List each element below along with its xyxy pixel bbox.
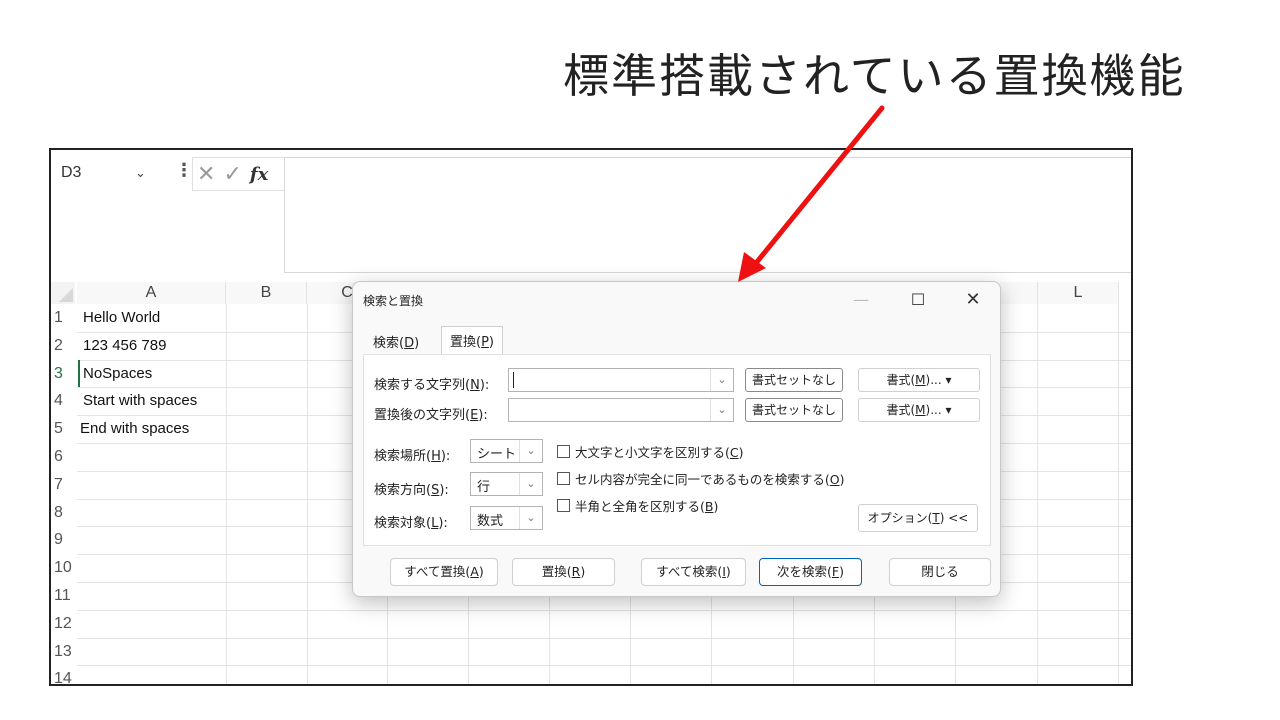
select-all-corner[interactable] (51, 282, 75, 304)
cancel-icon[interactable]: ✕ (197, 162, 215, 187)
column-gridline (226, 304, 227, 684)
chevron-down-icon[interactable]: ⌄ (710, 369, 733, 391)
within-label: 検索場所(H): (374, 449, 451, 464)
row-header[interactable]: 10 (51, 554, 78, 581)
tab-find[interactable]: 検索(D) (365, 328, 427, 355)
look-in-label: 検索対象(L): (374, 516, 448, 531)
replace-button[interactable]: 置換(R) (512, 558, 615, 586)
dialog-title: 検索と置換 (363, 294, 424, 308)
row-header[interactable]: 4 (51, 387, 78, 414)
cell-a3[interactable]: NoSpaces (83, 365, 152, 382)
find-all-button[interactable]: すべて検索(I) (641, 558, 746, 586)
find-format-button[interactable]: 書式(M)... ▾ (858, 368, 980, 392)
replace-with-input[interactable]: ⌄ (508, 398, 734, 422)
column-gridline (1118, 304, 1119, 684)
replace-all-button[interactable]: すべて置換(A) (390, 558, 498, 586)
row-header[interactable]: 9 (51, 526, 78, 553)
row-header[interactable]: 12 (51, 610, 78, 637)
cell-a2[interactable]: 123 456 789 (83, 337, 166, 354)
look-in-select[interactable]: 数式 ⌄ (470, 506, 543, 530)
formula-buttons: ✕ ✓ fx (192, 157, 288, 191)
row-header[interactable]: 7 (51, 471, 78, 498)
search-order-select[interactable]: 行 ⌄ (470, 472, 543, 496)
search-order-label: 検索方向(S): (374, 483, 449, 498)
minimize-icon: — (853, 290, 869, 309)
cell-a1[interactable]: Hello World (83, 309, 160, 326)
find-replace-dialog: 検索と置換 — ☐ ✕ 検索(D) 置換(P) 検索する文字列(N): ⌄ 書式… (352, 281, 1001, 597)
row-header[interactable]: 1 (51, 304, 78, 331)
column-gridline (1037, 304, 1038, 684)
row-header[interactable]: 2 (51, 332, 78, 359)
slide-title: 標準搭載されている置換機能 (563, 49, 1186, 103)
more-icon[interactable]: ⋮ (175, 160, 193, 181)
row-header[interactable]: 11 (51, 582, 78, 609)
cell-a5[interactable]: End with spaces (80, 420, 189, 437)
insert-function-icon[interactable]: fx (250, 164, 268, 185)
replace-no-format-button[interactable]: 書式セットなし (745, 398, 843, 422)
row-header[interactable]: 13 (51, 638, 78, 665)
row-header[interactable]: 6 (51, 443, 78, 470)
row-gridline (77, 637, 1131, 639)
find-what-input[interactable]: ⌄ (508, 368, 734, 392)
row-gridline (77, 665, 1131, 667)
match-case-checkbox[interactable]: 大文字と小文字を区別する(C) (557, 442, 744, 461)
text-caret (513, 372, 514, 388)
formula-bar[interactable] (284, 157, 1131, 273)
column-gridline (307, 304, 308, 684)
maximize-icon[interactable]: ☐ (898, 288, 938, 312)
column-header-l[interactable]: L (1038, 282, 1119, 304)
row-header[interactable]: 5 (51, 415, 78, 442)
find-what-label: 検索する文字列(N): (374, 378, 490, 393)
match-byte-checkbox[interactable]: 半角と全角を区別する(B) (557, 496, 718, 515)
column-header-b[interactable]: B (226, 282, 307, 304)
close-icon[interactable]: ✕ (953, 288, 993, 312)
chevron-down-icon[interactable]: ⌄ (710, 399, 733, 421)
chevron-down-icon[interactable]: ⌄ (519, 507, 542, 529)
name-box-value: D3 (61, 164, 82, 181)
row-header[interactable]: 8 (51, 499, 78, 526)
close-button[interactable]: 閉じる (889, 558, 991, 586)
find-no-format-button[interactable]: 書式セットなし (745, 368, 843, 392)
chevron-down-icon[interactable]: ⌄ (519, 473, 542, 495)
within-select[interactable]: シート ⌄ (470, 439, 543, 463)
replace-with-label: 置換後の文字列(E): (374, 408, 488, 423)
options-button[interactable]: オプション(T) << (858, 504, 978, 532)
enter-icon[interactable]: ✓ (223, 162, 241, 187)
name-box[interactable]: D3 ⌄ (55, 158, 165, 188)
chevron-down-icon[interactable]: ⌄ (135, 165, 146, 181)
cell-a4[interactable]: Start with spaces (83, 392, 197, 409)
find-next-button[interactable]: 次を検索(F) (759, 558, 862, 586)
column-header-a[interactable]: A (77, 282, 226, 304)
chevron-down-icon[interactable]: ⌄ (519, 440, 542, 462)
row-header[interactable]: 3 (51, 359, 80, 387)
replace-format-button[interactable]: 書式(M)... ▾ (858, 398, 980, 422)
tab-replace[interactable]: 置換(P) (441, 326, 503, 354)
row-gridline (77, 609, 1131, 611)
match-entire-cell-checkbox[interactable]: セル内容が完全に同一であるものを検索する(O) (557, 469, 845, 488)
row-header[interactable]: 14 (51, 665, 78, 684)
